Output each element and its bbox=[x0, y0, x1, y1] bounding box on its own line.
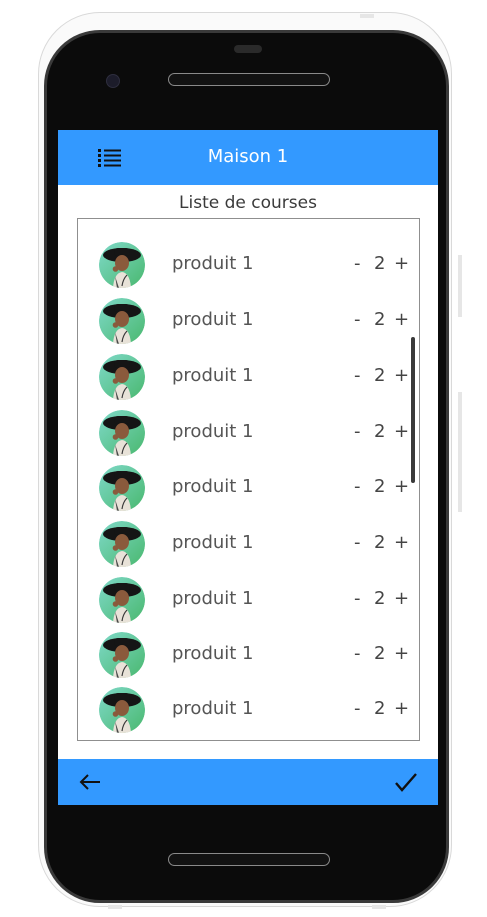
decrease-button[interactable]: - bbox=[354, 365, 361, 386]
product-name: produit 1 bbox=[172, 532, 254, 553]
app-header: Maison 1 bbox=[58, 130, 438, 185]
product-avatar bbox=[99, 577, 145, 623]
product-avatar bbox=[99, 354, 145, 400]
decrease-button[interactable]: - bbox=[354, 698, 361, 719]
device-side-key bbox=[360, 14, 374, 18]
decrease-button[interactable]: - bbox=[354, 532, 361, 553]
quantity-value: 2 bbox=[374, 365, 386, 386]
list-item[interactable]: produit 1 - 2 + bbox=[78, 632, 419, 688]
quantity-value: 2 bbox=[374, 253, 386, 274]
product-name: produit 1 bbox=[172, 643, 254, 664]
list-item[interactable]: produit 1 - 2 + bbox=[78, 242, 419, 298]
increase-button[interactable]: + bbox=[394, 365, 409, 386]
list-item[interactable]: produit 1 - 2 + bbox=[78, 521, 419, 577]
product-avatar bbox=[99, 521, 145, 567]
increase-button[interactable]: + bbox=[394, 421, 409, 442]
product-avatar bbox=[99, 687, 145, 733]
product-name: produit 1 bbox=[172, 698, 254, 719]
list-item[interactable]: produit 1 - 2 + bbox=[78, 410, 419, 466]
app-footer bbox=[58, 759, 438, 805]
device-side-key bbox=[458, 392, 462, 512]
increase-button[interactable]: + bbox=[394, 588, 409, 609]
decrease-button[interactable]: - bbox=[354, 253, 361, 274]
check-icon[interactable] bbox=[393, 771, 419, 793]
quantity-value: 2 bbox=[374, 476, 386, 497]
list-title: Liste de courses bbox=[179, 193, 317, 213]
list-item[interactable]: produit 1 - 2 + bbox=[78, 577, 419, 633]
quantity-value: 2 bbox=[374, 643, 386, 664]
list-item[interactable]: produit 1 - 2 + bbox=[78, 298, 419, 354]
quantity-value: 2 bbox=[374, 588, 386, 609]
shopping-list[interactable]: produit 1 - 2 + produit 1 - 2 + produit … bbox=[77, 218, 420, 741]
earpiece bbox=[168, 73, 330, 86]
increase-button[interactable]: + bbox=[394, 476, 409, 497]
decrease-button[interactable]: - bbox=[354, 421, 361, 442]
product-name: produit 1 bbox=[172, 253, 254, 274]
product-avatar bbox=[99, 410, 145, 456]
page-title: Maison 1 bbox=[207, 146, 289, 167]
top-speaker bbox=[234, 45, 262, 53]
device-side-key bbox=[458, 255, 462, 317]
front-camera bbox=[106, 74, 120, 88]
bottom-speaker bbox=[168, 853, 330, 866]
decrease-button[interactable]: - bbox=[354, 588, 361, 609]
increase-button[interactable]: + bbox=[394, 309, 409, 330]
quantity-value: 2 bbox=[374, 309, 386, 330]
list-scrollbar[interactable] bbox=[411, 337, 415, 483]
product-avatar bbox=[99, 242, 145, 288]
list-item[interactable]: produit 1 - 2 + bbox=[78, 687, 419, 740]
device-side-key bbox=[108, 905, 122, 909]
decrease-button[interactable]: - bbox=[354, 476, 361, 497]
increase-button[interactable]: + bbox=[394, 643, 409, 664]
product-name: produit 1 bbox=[172, 309, 254, 330]
product-avatar bbox=[99, 465, 145, 511]
product-avatar bbox=[99, 298, 145, 344]
decrease-button[interactable]: - bbox=[354, 643, 361, 664]
product-avatar bbox=[99, 632, 145, 678]
quantity-value: 2 bbox=[374, 532, 386, 553]
decrease-button[interactable]: - bbox=[354, 309, 361, 330]
quantity-value: 2 bbox=[374, 421, 386, 442]
increase-button[interactable]: + bbox=[394, 253, 409, 274]
product-name: produit 1 bbox=[172, 421, 254, 442]
list-item[interactable]: produit 1 - 2 + bbox=[78, 354, 419, 410]
increase-button[interactable]: + bbox=[394, 532, 409, 553]
list-item[interactable]: produit 1 - 2 + bbox=[78, 465, 419, 521]
product-name: produit 1 bbox=[172, 476, 254, 497]
product-name: produit 1 bbox=[172, 365, 254, 386]
app-screen: Maison 1 Liste de courses produit 1 - 2 … bbox=[58, 130, 438, 805]
increase-button[interactable]: + bbox=[394, 698, 409, 719]
quantity-value: 2 bbox=[374, 698, 386, 719]
product-name: produit 1 bbox=[172, 588, 254, 609]
device-side-key bbox=[372, 905, 386, 909]
arrow-left-icon[interactable] bbox=[78, 772, 102, 792]
